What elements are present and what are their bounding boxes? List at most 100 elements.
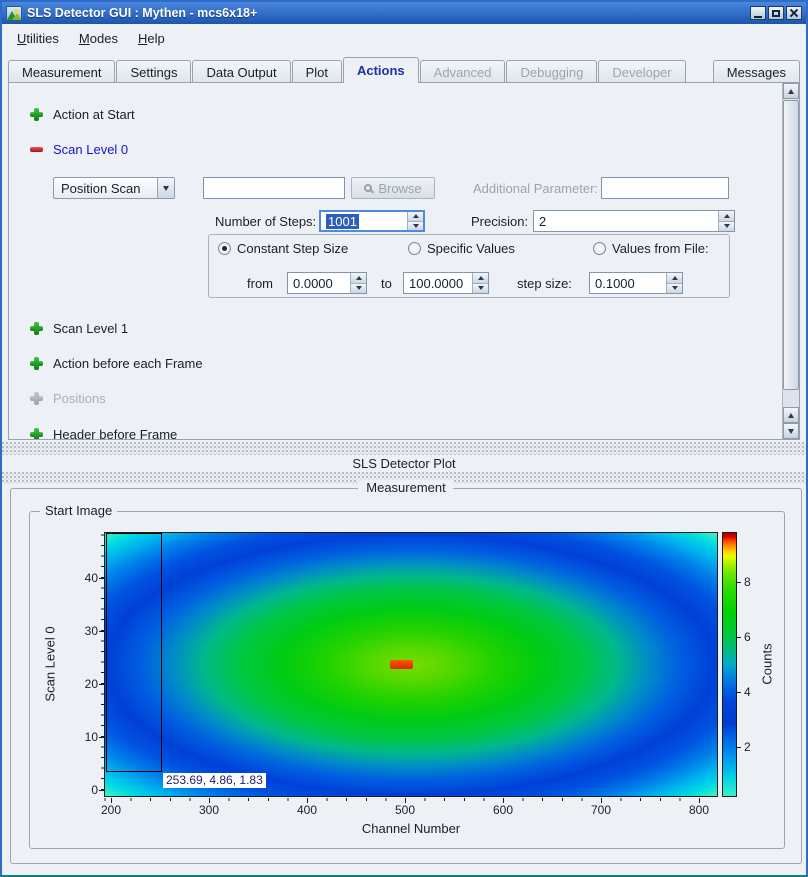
collapse-minus-icon[interactable] (30, 143, 43, 156)
measurement-title: Measurement (358, 480, 453, 495)
arrow-down-icon (788, 429, 794, 434)
menu-utilities[interactable]: Utilities (8, 27, 68, 50)
spin-down-icon (356, 286, 362, 290)
start-image-groupbox: Start Image Scan Level 0 Channel Number … (29, 511, 785, 849)
colorbar-tick (737, 692, 741, 693)
maximize-button[interactable] (768, 6, 784, 20)
tab-data-output[interactable]: Data Output (192, 60, 290, 83)
tab-messages[interactable]: Messages (713, 60, 800, 83)
spin-buttons[interactable] (350, 273, 366, 293)
spin-buttons[interactable] (718, 211, 734, 231)
radio-specific-values[interactable]: Specific Values (408, 241, 515, 255)
action-before-frame-label: Action before each Frame (53, 356, 203, 371)
plot-dock-title: SLS Detector Plot (2, 456, 806, 471)
minimize-button[interactable] (750, 6, 766, 20)
combo-dropdown-button[interactable] (157, 178, 174, 198)
from-spinbox[interactable]: 0.0000 (287, 272, 367, 294)
scroll-up-button-2[interactable] (783, 407, 799, 423)
scrollbar-thumb[interactable] (783, 100, 799, 390)
spin-up-button[interactable] (408, 212, 423, 222)
y-tick-label: 30 (66, 624, 98, 638)
actions-tab-panel: Action at Start Scan Level 0 Position Sc… (8, 82, 800, 440)
spin-down-icon (478, 286, 484, 290)
arrow-up-icon (788, 89, 794, 94)
browse-button: Browse (351, 177, 435, 199)
colorbar (722, 532, 737, 797)
splitter-handle[interactable] (2, 442, 806, 455)
header-before-frame-row[interactable]: Header before Frame (30, 426, 177, 440)
close-icon (789, 8, 799, 18)
scan-mode-select[interactable]: Position Scan (53, 177, 175, 199)
scan-mode-value: Position Scan (61, 181, 141, 196)
title-bar[interactable]: SLS Detector GUI : Mythen - mcs6x18+ (2, 2, 806, 24)
colorbar-tick-label: 6 (744, 630, 751, 644)
step-size-value: 0.1000 (595, 276, 635, 291)
tab-advanced: Advanced (420, 60, 506, 83)
spin-down-button[interactable] (473, 284, 488, 294)
cursor-readout: 253.69, 4.86, 1.83 (163, 773, 266, 788)
additional-parameter-label: Additional Parameter: (473, 181, 598, 196)
spin-up-button[interactable] (351, 273, 366, 284)
radio-file-label: Values from File: (612, 241, 709, 256)
spin-buttons[interactable] (666, 273, 682, 293)
spin-down-button[interactable] (408, 222, 423, 231)
scroll-down-button[interactable] (783, 423, 799, 439)
window-controls (750, 6, 802, 20)
spin-up-icon (672, 276, 678, 280)
expand-plus-icon[interactable] (30, 322, 43, 335)
menu-help[interactable]: Help (129, 27, 174, 50)
expand-plus-icon[interactable] (30, 428, 43, 441)
expand-plus-icon[interactable] (30, 108, 43, 121)
to-value: 100.0000 (409, 276, 463, 291)
from-value: 0.0000 (293, 276, 333, 291)
y-tick-label: 0 (66, 783, 98, 797)
spin-up-button[interactable] (473, 273, 488, 284)
spin-buttons[interactable] (472, 273, 488, 293)
close-button[interactable] (786, 6, 802, 20)
tab-plot[interactable]: Plot (292, 60, 342, 83)
measurement-groupbox: Measurement Start Image Scan Level 0 Cha… (10, 488, 802, 864)
spin-up-button[interactable] (667, 273, 682, 284)
to-spinbox[interactable]: 100.0000 (403, 272, 489, 294)
radio-values-from-file[interactable]: Values from File: (593, 241, 709, 255)
spin-up-icon (356, 276, 362, 280)
expand-plus-icon[interactable] (30, 357, 43, 370)
tab-actions[interactable]: Actions (343, 57, 419, 83)
from-label: from (247, 276, 273, 291)
scroll-up-button[interactable] (783, 83, 799, 99)
step-size-spinbox[interactable]: 0.1000 (589, 272, 683, 294)
heatmap-canvas[interactable]: 253.69, 4.86, 1.83 (104, 532, 718, 797)
action-at-start-label: Action at Start (53, 107, 135, 122)
minimize-icon (754, 16, 762, 18)
additional-parameter-input[interactable] (601, 177, 729, 199)
scan-level-1-row[interactable]: Scan Level 1 (30, 320, 128, 336)
action-before-frame-row[interactable]: Action before each Frame (30, 355, 203, 371)
radio-constant-step-size[interactable]: Constant Step Size (218, 241, 348, 255)
tab-measurement[interactable]: Measurement (8, 60, 115, 83)
start-image-title: Start Image (40, 503, 117, 518)
spin-down-button[interactable] (719, 222, 734, 232)
vertical-scrollbar[interactable] (782, 83, 799, 439)
spin-down-icon (724, 224, 730, 228)
scan-level-0-row[interactable]: Scan Level 0 (30, 141, 128, 157)
num-steps-spinbox[interactable]: 1001 (319, 210, 425, 232)
y-axis-label: Scan Level 0 (43, 626, 58, 701)
spin-up-button[interactable] (719, 211, 734, 222)
action-at-start-row[interactable]: Action at Start (30, 106, 135, 122)
tab-settings[interactable]: Settings (116, 60, 191, 83)
x-tick-label: 200 (91, 803, 131, 817)
to-label: to (381, 276, 392, 291)
spin-down-button[interactable] (351, 284, 366, 294)
menu-modes[interactable]: Modes (70, 27, 127, 50)
positions-label: Positions (53, 391, 106, 406)
spin-down-button[interactable] (667, 284, 682, 294)
precision-spinbox[interactable]: 2 (533, 210, 735, 232)
tab-bar: Measurement Settings Data Output Plot Ac… (8, 57, 800, 83)
y-tick-label: 10 (66, 730, 98, 744)
browse-icon (364, 184, 372, 192)
scan-script-input[interactable] (203, 177, 345, 199)
x-tick-label: 500 (385, 803, 425, 817)
spin-buttons[interactable] (407, 212, 423, 230)
x-axis-label: Channel Number (104, 821, 718, 836)
header-before-frame-label: Header before Frame (53, 427, 177, 441)
